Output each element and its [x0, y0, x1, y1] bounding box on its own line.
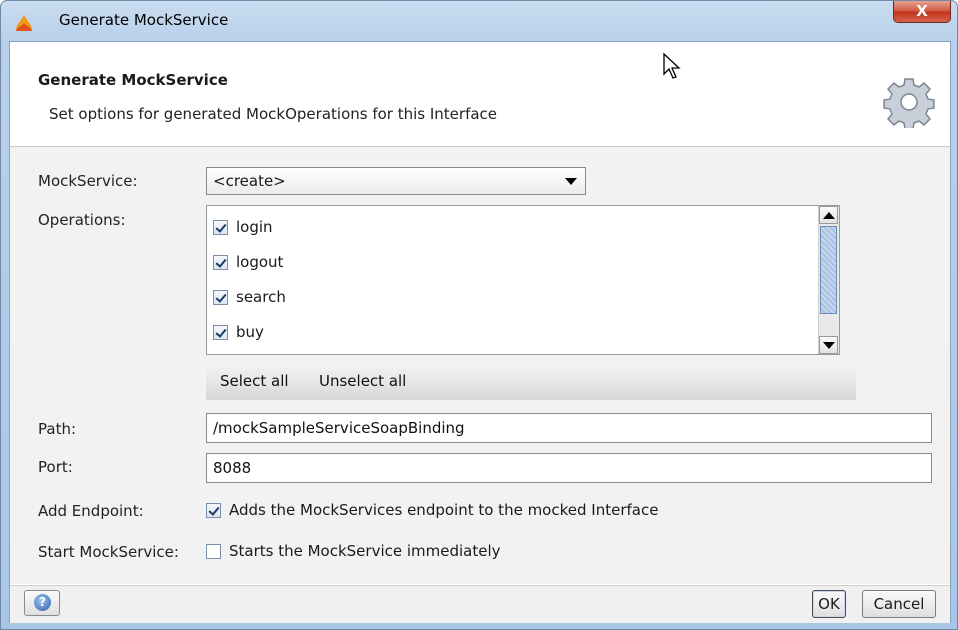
dialog-window: Generate MockService X Generate MockServ…	[0, 0, 958, 630]
header-description: Set options for generated MockOperations…	[49, 105, 498, 123]
help-icon: ?	[34, 594, 51, 611]
port-input[interactable]	[207, 454, 931, 482]
operations-label: Operations:	[38, 211, 126, 229]
scroll-down-button[interactable]	[819, 336, 838, 354]
dialog-content: Generate MockService Set options for gen…	[9, 41, 951, 623]
operation-checkbox[interactable]	[213, 254, 228, 270]
operation-checkbox[interactable]	[213, 219, 228, 235]
window-title: Generate MockService	[59, 11, 229, 29]
add-endpoint-label: Add Endpoint:	[38, 502, 144, 520]
header-title: Generate MockService	[38, 71, 228, 89]
operation-label: logout	[236, 253, 284, 271]
port-label: Port:	[38, 458, 73, 476]
operations-list[interactable]: login logout search buy	[206, 205, 840, 355]
mockservice-select[interactable]: <create>	[206, 167, 586, 195]
path-field[interactable]	[206, 413, 932, 443]
path-input[interactable]	[207, 414, 931, 442]
mockservice-label: MockService:	[38, 172, 138, 190]
select-all-button[interactable]: Select all	[220, 372, 289, 390]
unselect-all-button[interactable]: Unselect all	[319, 372, 406, 390]
list-item-logout[interactable]: logout	[213, 249, 283, 275]
start-mockservice-option[interactable]: Starts the MockService immediately	[206, 542, 501, 560]
operation-label: search	[236, 288, 286, 306]
chevron-down-icon	[565, 178, 577, 185]
start-mockservice-label: Start MockService:	[38, 543, 179, 561]
operation-label: login	[236, 218, 273, 236]
scroll-thumb[interactable]	[820, 226, 837, 314]
close-button[interactable]: X	[893, 1, 951, 23]
start-mockservice-checkbox[interactable]	[206, 543, 221, 559]
operation-label: buy	[236, 323, 264, 341]
gear-icon	[883, 78, 935, 128]
title-bar[interactable]: Generate MockService X	[1, 1, 957, 41]
start-mockservice-text: Starts the MockService immediately	[229, 542, 501, 560]
list-item-buy[interactable]: buy	[213, 319, 264, 345]
operation-checkbox[interactable]	[213, 324, 228, 340]
add-endpoint-option[interactable]: Adds the MockServices endpoint to the mo…	[206, 501, 658, 519]
path-label: Path:	[38, 420, 77, 438]
close-icon: X	[916, 2, 928, 20]
port-field[interactable]	[206, 453, 932, 483]
dialog-footer: ? OK Cancel	[10, 585, 950, 623]
add-endpoint-checkbox[interactable]	[206, 502, 221, 518]
dialog-header: Generate MockService Set options for gen…	[10, 42, 950, 147]
selection-toolbar: Select all Unselect all	[206, 362, 856, 400]
add-endpoint-text: Adds the MockServices endpoint to the mo…	[229, 501, 659, 519]
options-form: MockService: <create> Operations: login …	[10, 147, 950, 584]
ok-button[interactable]: OK	[812, 590, 846, 618]
help-button[interactable]: ?	[24, 590, 60, 616]
list-item-login[interactable]: login	[213, 214, 273, 240]
app-logo-icon	[16, 14, 32, 31]
scroll-up-button[interactable]	[819, 206, 838, 224]
mockservice-select-value: <create>	[213, 172, 286, 190]
list-item-search[interactable]: search	[213, 284, 286, 310]
operation-checkbox[interactable]	[213, 289, 228, 305]
mouse-cursor-icon	[663, 52, 681, 79]
operations-scrollbar[interactable]	[818, 206, 839, 354]
cancel-button[interactable]: Cancel	[862, 590, 936, 618]
